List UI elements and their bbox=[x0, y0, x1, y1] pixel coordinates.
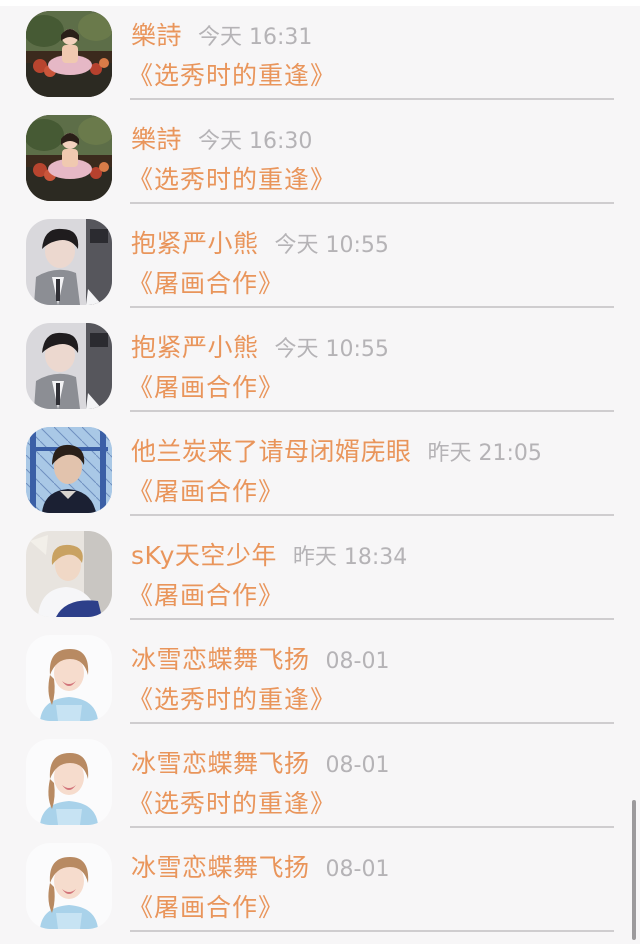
work-title[interactable]: 《屠画合作》 bbox=[128, 578, 284, 614]
work-title[interactable]: 《选秀时的重逢》 bbox=[128, 786, 336, 822]
scrollbar[interactable] bbox=[632, 800, 636, 940]
comment-row[interactable]: 冰雪恋蝶舞飞扬 08-01 《屠画合作》 bbox=[0, 832, 640, 936]
divider bbox=[130, 202, 614, 204]
user-name[interactable]: 冰雪恋蝶舞飞扬 bbox=[131, 853, 310, 882]
timestamp: 08-01 bbox=[325, 649, 390, 674]
suit-boy-avatar[interactable] bbox=[26, 219, 112, 305]
name-line: 樂詩 今天 16:31 bbox=[131, 18, 312, 57]
user-name[interactable]: 他兰炭来了请母闭婿庑眼 bbox=[131, 437, 412, 466]
divider bbox=[130, 930, 614, 932]
outdoor-boy-avatar[interactable] bbox=[26, 427, 112, 513]
name-line: 冰雪恋蝶舞飞扬 08-01 bbox=[131, 850, 389, 889]
divider bbox=[130, 410, 614, 412]
name-line: sKy天空少年 昨天 18:34 bbox=[131, 538, 407, 577]
work-title[interactable]: 《选秀时的重逢》 bbox=[128, 162, 336, 198]
work-title[interactable]: 《屠画合作》 bbox=[128, 370, 284, 406]
timestamp: 今天 16:30 bbox=[198, 129, 313, 154]
user-name[interactable]: 樂詩 bbox=[131, 125, 182, 154]
painting-avatar[interactable] bbox=[26, 11, 112, 97]
painting-avatar[interactable] bbox=[26, 115, 112, 201]
timestamp: 今天 16:31 bbox=[198, 25, 313, 50]
divider bbox=[130, 514, 614, 516]
timestamp: 08-01 bbox=[325, 857, 390, 882]
smiling-girl-avatar[interactable] bbox=[26, 843, 112, 929]
comment-row[interactable]: 抱紧严小熊 今天 10:55 《屠画合作》 bbox=[0, 312, 640, 416]
user-name[interactable]: 冰雪恋蝶舞飞扬 bbox=[131, 749, 310, 778]
smiling-girl-avatar[interactable] bbox=[26, 635, 112, 721]
comment-row[interactable]: 他兰炭来了请母闭婿庑眼 昨天 21:05 《屠画合作》 bbox=[0, 416, 640, 520]
user-name[interactable]: 抱紧严小熊 bbox=[131, 229, 259, 258]
timestamp: 昨天 21:05 bbox=[427, 441, 542, 466]
comment-row[interactable]: 抱紧严小熊 今天 10:55 《屠画合作》 bbox=[0, 208, 640, 312]
divider bbox=[130, 618, 614, 620]
work-title[interactable]: 《屠画合作》 bbox=[128, 474, 284, 510]
comment-list[interactable]: 樂詩 今天 16:31 《选秀时的重逢》 樂詩 今天 16:30 《选秀时的重逢》 … bbox=[0, 0, 640, 944]
jacket-boy-avatar[interactable] bbox=[26, 531, 112, 617]
divider bbox=[130, 722, 614, 724]
user-name[interactable]: sKy天空少年 bbox=[131, 541, 277, 570]
divider bbox=[130, 306, 614, 308]
comment-row[interactable]: 樂詩 今天 16:30 《选秀时的重逢》 bbox=[0, 104, 640, 208]
user-name[interactable]: 樂詩 bbox=[131, 21, 182, 50]
timestamp: 今天 10:55 bbox=[274, 233, 389, 258]
work-title[interactable]: 《选秀时的重逢》 bbox=[128, 58, 336, 94]
user-name[interactable]: 抱紧严小熊 bbox=[131, 333, 259, 362]
work-title[interactable]: 《选秀时的重逢》 bbox=[128, 682, 336, 718]
comment-row[interactable]: 冰雪恋蝶舞飞扬 08-01 《选秀时的重逢》 bbox=[0, 728, 640, 832]
comment-row[interactable]: sKy天空少年 昨天 18:34 《屠画合作》 bbox=[0, 520, 640, 624]
user-name[interactable]: 冰雪恋蝶舞飞扬 bbox=[131, 645, 310, 674]
divider bbox=[130, 98, 614, 100]
divider bbox=[130, 826, 614, 828]
timestamp: 今天 10:55 bbox=[274, 337, 389, 362]
comment-row[interactable]: 樂詩 今天 16:31 《选秀时的重逢》 bbox=[0, 0, 640, 104]
name-line: 樂詩 今天 16:30 bbox=[131, 122, 312, 161]
smiling-girl-avatar[interactable] bbox=[26, 739, 112, 825]
name-line: 抱紧严小熊 今天 10:55 bbox=[131, 226, 389, 265]
name-line: 冰雪恋蝶舞飞扬 08-01 bbox=[131, 746, 389, 785]
timestamp: 昨天 18:34 bbox=[292, 545, 408, 570]
work-title[interactable]: 《屠画合作》 bbox=[128, 890, 284, 926]
name-line: 抱紧严小熊 今天 10:55 bbox=[131, 330, 389, 369]
comment-row[interactable]: 冰雪恋蝶舞飞扬 08-01 《选秀时的重逢》 bbox=[0, 624, 640, 728]
name-line: 他兰炭来了请母闭婿庑眼 昨天 21:05 bbox=[131, 434, 542, 473]
suit-boy-avatar[interactable] bbox=[26, 323, 112, 409]
work-title[interactable]: 《屠画合作》 bbox=[128, 266, 284, 302]
timestamp: 08-01 bbox=[325, 753, 390, 778]
name-line: 冰雪恋蝶舞飞扬 08-01 bbox=[131, 642, 389, 681]
